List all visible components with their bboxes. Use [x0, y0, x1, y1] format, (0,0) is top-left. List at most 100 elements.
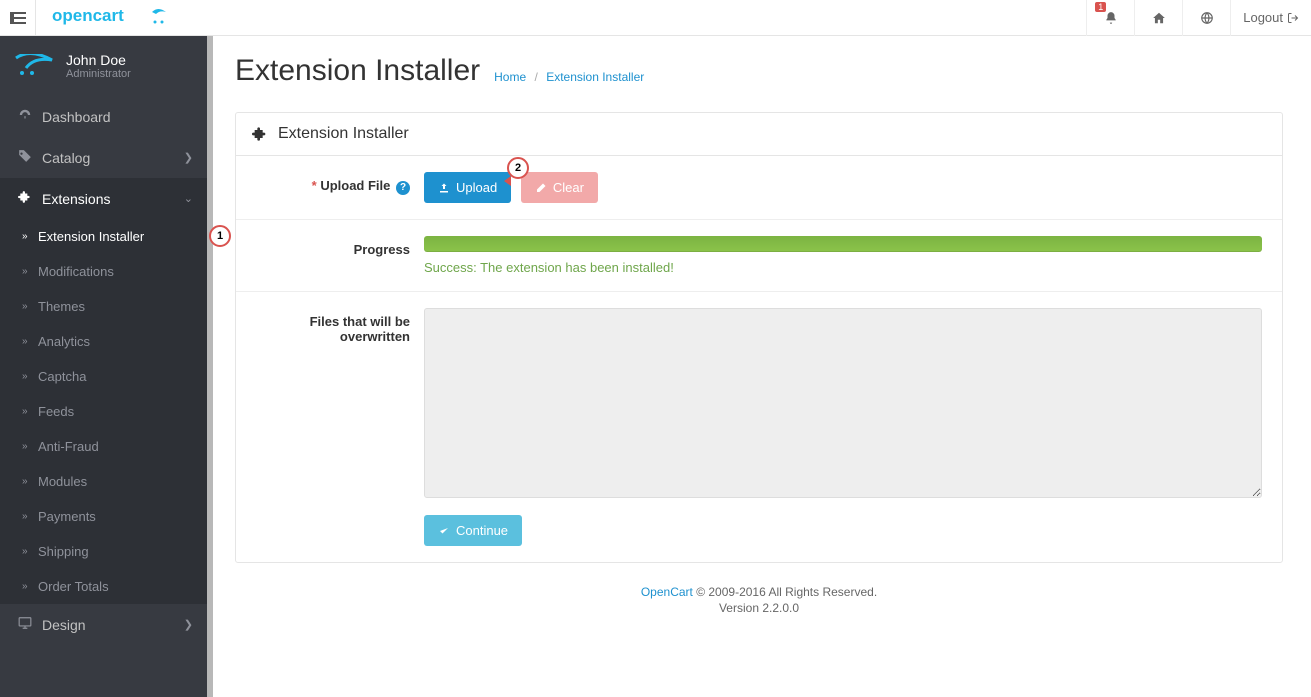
sidebar-user: John Doe Administrator — [0, 36, 207, 96]
user-name: John Doe — [66, 52, 131, 68]
upload-icon — [438, 182, 450, 194]
sidebar-item-extensions[interactable]: Extensions ⌄ — [0, 178, 207, 219]
sidebar-item-label: Design — [42, 617, 184, 633]
continue-button[interactable]: Continue — [424, 515, 522, 546]
sub-item-themes[interactable]: »Themes — [0, 289, 207, 324]
sub-item-label: Modifications — [38, 264, 114, 279]
footer-version: Version 2.2.0.0 — [207, 601, 1311, 615]
sub-item-label: Themes — [38, 299, 85, 314]
panel-header: Extension Installer — [236, 113, 1282, 156]
sub-item-modifications[interactable]: »Modifications — [0, 254, 207, 289]
menu-toggle-button[interactable] — [0, 0, 36, 36]
sub-item-payments[interactable]: »Payments — [0, 499, 207, 534]
sub-item-label: Feeds — [38, 404, 74, 419]
chevron-double-icon: » — [22, 441, 38, 452]
sub-item-label: Anti-Fraud — [38, 439, 99, 454]
sidebar-item-design[interactable]: Design ❯ — [0, 604, 207, 645]
chevron-right-icon: ❯ — [184, 618, 193, 631]
upload-button[interactable]: Upload — [424, 172, 511, 203]
hamburger-icon — [10, 12, 26, 24]
chevron-double-icon: » — [22, 371, 38, 382]
sub-item-captcha[interactable]: »Captcha — [0, 359, 207, 394]
chevron-double-icon: » — [22, 581, 38, 592]
breadcrumb: Home / Extension Installer — [494, 70, 644, 88]
sidebar-item-dashboard[interactable]: Dashboard — [0, 96, 207, 137]
logout-icon — [1287, 12, 1299, 24]
avatar — [14, 54, 54, 79]
sidebar-item-label: Dashboard — [42, 109, 193, 125]
chevron-down-icon: ⌄ — [184, 192, 193, 205]
chevron-double-icon: » — [22, 336, 38, 347]
home-button[interactable] — [1134, 0, 1182, 36]
overwrite-textarea[interactable] — [424, 308, 1262, 498]
sub-item-label: Payments — [38, 509, 96, 524]
sidebar-item-catalog[interactable]: Catalog ❯ — [0, 137, 207, 178]
puzzle-icon — [252, 126, 268, 142]
logout-label: Logout — [1243, 10, 1283, 25]
monitor-icon — [14, 616, 36, 633]
footer-rights: © 2009-2016 All Rights Reserved. — [693, 585, 877, 599]
annotation-badge-1: 1 — [209, 225, 231, 247]
check-icon — [438, 525, 450, 537]
chevron-double-icon: » — [22, 546, 38, 557]
globe-icon — [1200, 11, 1214, 25]
sidebar-item-label: Catalog — [42, 150, 184, 166]
panel-title: Extension Installer — [278, 125, 409, 143]
sidebar-item-label: Extensions — [42, 191, 184, 207]
progress-bar — [424, 236, 1262, 252]
footer-brand-link[interactable]: OpenCart — [641, 585, 693, 599]
chevron-double-icon: » — [22, 406, 38, 417]
sub-item-analytics[interactable]: »Analytics — [0, 324, 207, 359]
globe-button[interactable] — [1182, 0, 1230, 36]
chevron-double-icon: » — [22, 231, 38, 242]
main-content: Extension Installer Home / Extension Ins… — [207, 36, 1311, 697]
sub-item-label: Captcha — [38, 369, 86, 384]
sub-item-ordertotals[interactable]: »Order Totals — [0, 569, 207, 604]
sub-item-shipping[interactable]: »Shipping — [0, 534, 207, 569]
progress-label: Progress — [256, 236, 424, 257]
help-icon[interactable]: ? — [396, 181, 410, 195]
breadcrumb-home[interactable]: Home — [494, 70, 526, 84]
sub-item-modules[interactable]: »Modules — [0, 464, 207, 499]
success-message: Success: The extension has been installe… — [424, 260, 1262, 275]
sub-item-extension-installer[interactable]: »Extension Installer — [0, 219, 207, 254]
overwrite-label: Files that will be overwritten — [256, 308, 424, 344]
annotation-badge-2: 2 — [507, 157, 529, 179]
sidebar-scrollbar[interactable] — [207, 36, 213, 697]
breadcrumb-sep: / — [535, 70, 538, 84]
sub-item-feeds[interactable]: »Feeds — [0, 394, 207, 429]
chevron-double-icon: » — [22, 266, 38, 277]
brand-logo[interactable]: opencart — [36, 6, 188, 29]
puzzle-icon — [14, 190, 36, 207]
eraser-icon — [535, 182, 547, 194]
clear-button[interactable]: Clear — [521, 172, 598, 203]
dashboard-icon — [14, 108, 36, 125]
notifications-button[interactable]: 1 — [1086, 0, 1134, 36]
tag-icon — [14, 149, 36, 166]
page-header: Extension Installer Home / Extension Ins… — [207, 36, 1311, 102]
sub-item-label: Shipping — [38, 544, 89, 559]
overwrite-row: Files that will be overwritten Continue — [236, 292, 1282, 562]
upload-row: * Upload File ? Upload Clear 2 — [236, 156, 1282, 220]
upload-label: * Upload File ? — [256, 172, 424, 195]
sub-item-label: Analytics — [38, 334, 90, 349]
progress-row: Progress Success: The extension has been… — [236, 220, 1282, 292]
annotation-pointer — [504, 176, 511, 186]
sub-item-antifraud[interactable]: »Anti-Fraud — [0, 429, 207, 464]
page-title: Extension Installer — [235, 54, 480, 88]
chevron-double-icon: » — [22, 511, 38, 522]
chevron-double-icon: » — [22, 301, 38, 312]
sub-item-label: Order Totals — [38, 579, 109, 594]
sidebar: John Doe Administrator Dashboard Catalog… — [0, 36, 207, 697]
footer: OpenCart © 2009-2016 All Rights Reserved… — [207, 563, 1311, 625]
svg-text:opencart: opencart — [52, 6, 124, 25]
logout-button[interactable]: Logout — [1230, 0, 1311, 36]
chevron-right-icon: ❯ — [184, 151, 193, 164]
home-icon — [1152, 11, 1166, 25]
installer-panel: Extension Installer * Upload File ? Uplo… — [235, 112, 1283, 563]
breadcrumb-current[interactable]: Extension Installer — [546, 70, 644, 84]
topbar: opencart 1 Logout — [0, 0, 1311, 36]
sub-item-label: Extension Installer — [38, 229, 144, 244]
sub-item-label: Modules — [38, 474, 87, 489]
user-role: Administrator — [66, 68, 131, 80]
